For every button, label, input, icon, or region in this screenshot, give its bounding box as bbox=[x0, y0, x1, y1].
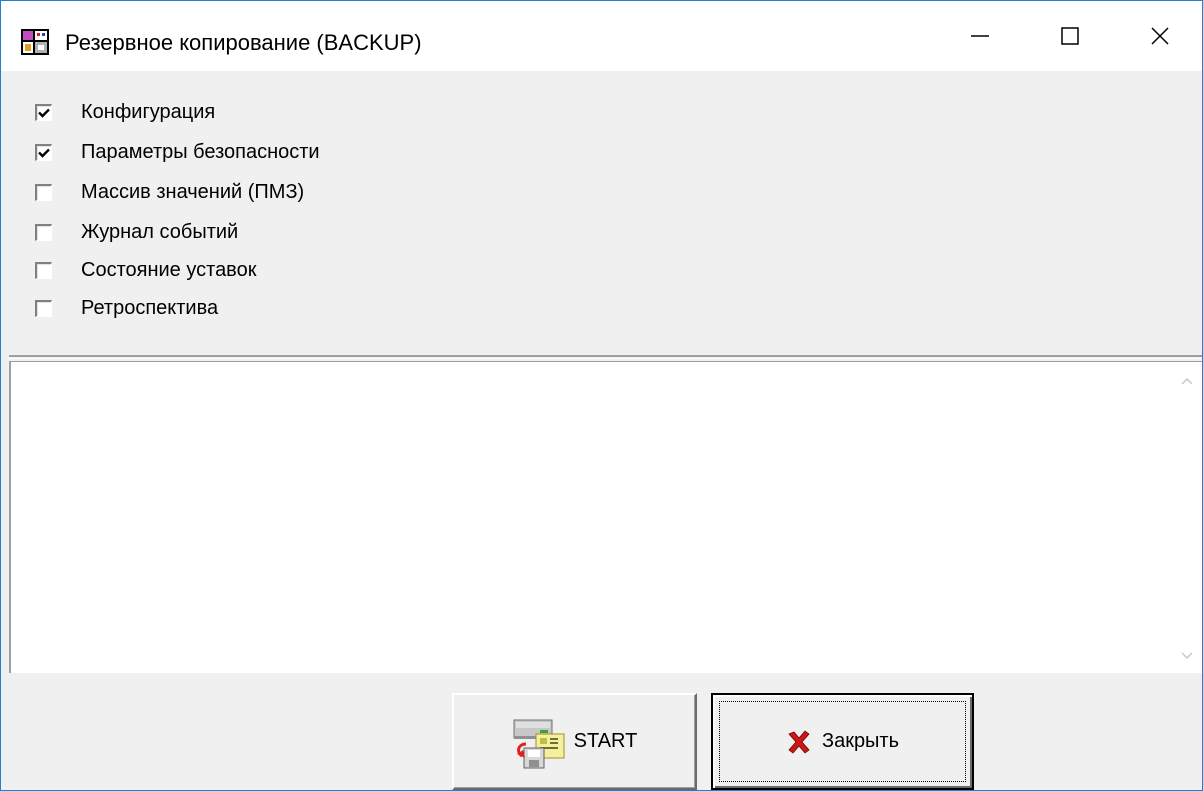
minimize-icon bbox=[971, 35, 989, 37]
log-textarea[interactable] bbox=[9, 361, 1202, 673]
option-event-log[interactable]: Журнал событий bbox=[35, 217, 238, 247]
checkbox[interactable] bbox=[35, 223, 52, 241]
maximize-button[interactable] bbox=[1024, 1, 1116, 71]
backup-drive-icon bbox=[512, 714, 568, 770]
option-setpoint-state[interactable]: Состояние уставок bbox=[35, 255, 256, 285]
backup-dialog-window: Резервное копирование (BACKUP) Конфигура… bbox=[0, 0, 1203, 791]
scroll-down-button[interactable] bbox=[1172, 641, 1202, 671]
checkbox[interactable] bbox=[35, 103, 52, 121]
checkbox[interactable] bbox=[35, 143, 52, 161]
option-label: Ретроспектива bbox=[81, 297, 219, 319]
start-button[interactable]: START bbox=[452, 693, 697, 790]
close-button[interactable]: Закрыть bbox=[711, 693, 974, 790]
checkbox[interactable] bbox=[35, 299, 52, 317]
divider bbox=[9, 355, 1202, 359]
chevron-down-icon bbox=[1181, 652, 1193, 660]
option-label: Параметры безопасности bbox=[81, 141, 320, 163]
checkmark-icon bbox=[38, 108, 50, 118]
backup-options-panel: Конфигурация Параметры безопасности Масс… bbox=[1, 71, 1202, 355]
minimize-button[interactable] bbox=[934, 1, 1026, 71]
option-label: Журнал событий bbox=[81, 221, 239, 243]
scroll-up-button[interactable] bbox=[1172, 366, 1202, 396]
checkbox[interactable] bbox=[35, 183, 52, 201]
close-button-label: Закрыть bbox=[821, 730, 900, 752]
option-security-parameters[interactable]: Параметры безопасности bbox=[35, 137, 320, 167]
window-title: Резервное копирование (BACKUP) bbox=[65, 30, 422, 55]
close-window-button[interactable] bbox=[1114, 1, 1202, 71]
option-value-array[interactable]: Массив значений (ПМЗ) bbox=[35, 177, 304, 207]
title-bar[interactable]: Резервное копирование (BACKUP) bbox=[1, 1, 1202, 71]
chevron-up-icon bbox=[1181, 377, 1193, 385]
checkbox[interactable] bbox=[35, 261, 52, 279]
option-retrospective[interactable]: Ретроспектива bbox=[35, 293, 218, 323]
checkmark-icon bbox=[38, 148, 50, 158]
app-icon bbox=[21, 29, 49, 55]
option-label: Конфигурация bbox=[81, 101, 216, 123]
button-bar: START Закрыть bbox=[1, 673, 1202, 790]
close-icon bbox=[1151, 27, 1169, 45]
option-label: Массив значений (ПМЗ) bbox=[81, 181, 305, 203]
red-x-icon bbox=[786, 729, 812, 755]
maximize-icon bbox=[1061, 27, 1079, 45]
option-label: Состояние уставок bbox=[81, 259, 257, 281]
vertical-scrollbar[interactable] bbox=[1172, 362, 1202, 673]
option-configuration[interactable]: Конфигурация bbox=[35, 97, 215, 127]
start-button-label: START bbox=[573, 730, 638, 752]
